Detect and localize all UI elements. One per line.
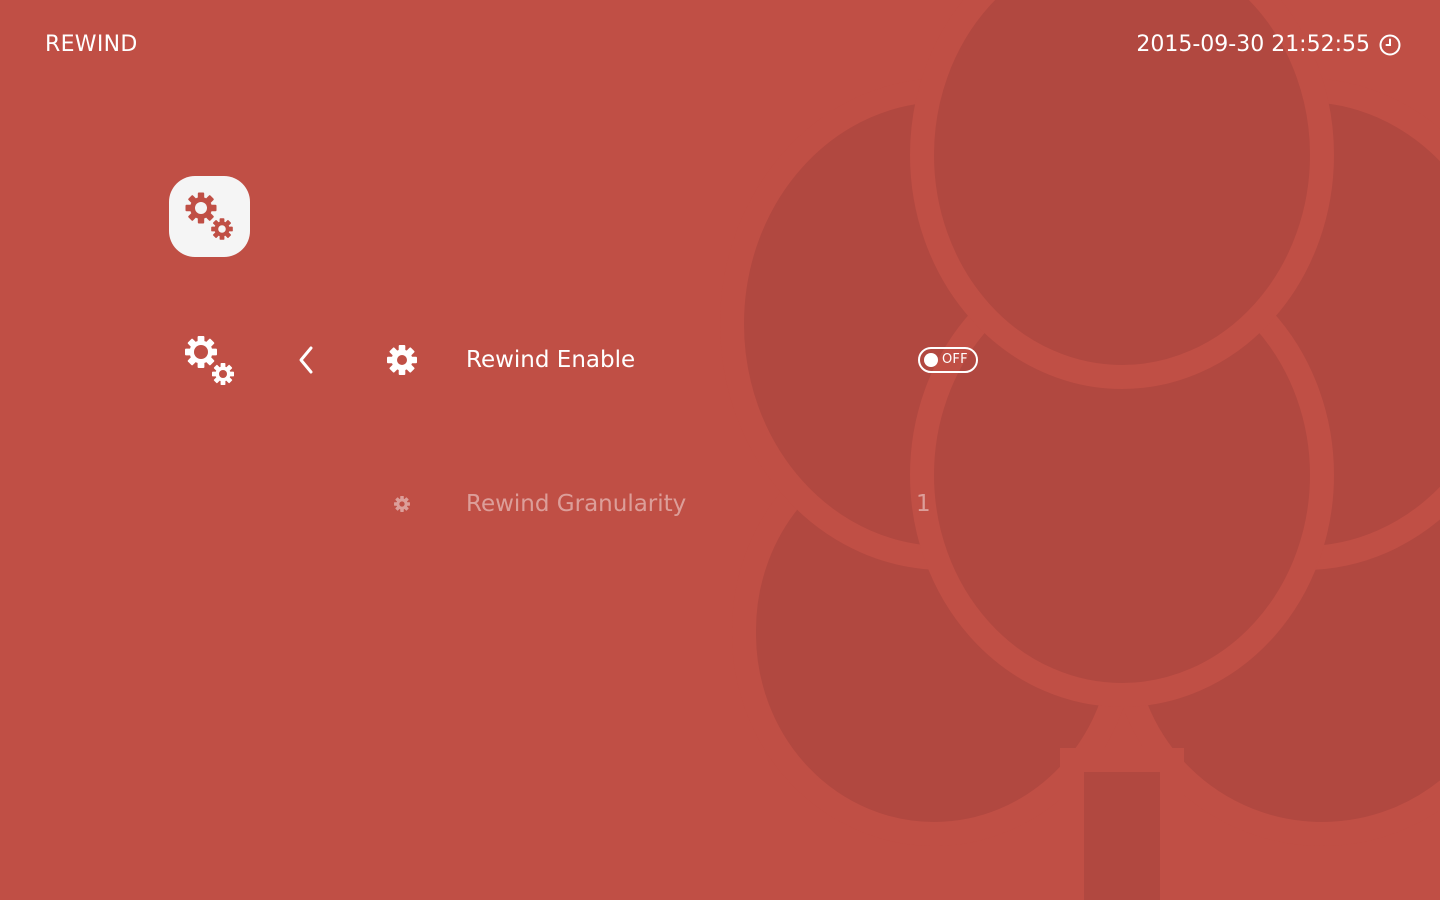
chevron-left-icon[interactable] — [293, 344, 319, 376]
menu-item-label: Rewind Enable — [466, 347, 636, 373]
toggle-state-text: OFF — [942, 352, 968, 367]
gears-icon — [185, 192, 233, 240]
category-tile[interactable] — [169, 176, 250, 257]
datetime-text: 2015-09-30 21:52:55 — [1136, 32, 1370, 57]
page-title: REWIND — [45, 32, 138, 57]
clock-display: 2015-09-30 21:52:55 — [1136, 31, 1402, 59]
rewind-enable-toggle[interactable]: OFF — [918, 347, 978, 373]
gears-icon[interactable] — [181, 330, 239, 388]
gear-icon — [380, 340, 424, 380]
menu-item-rewind-granularity[interactable]: Rewind Granularity 1 — [380, 484, 1000, 524]
menu-item-value: 1 — [916, 491, 931, 517]
menu-item-label: Rewind Granularity — [466, 491, 687, 517]
clock-icon — [1379, 34, 1401, 56]
gear-icon — [380, 484, 424, 524]
toggle-knob — [924, 353, 938, 367]
menu-item-rewind-enable[interactable]: Rewind Enable OFF — [380, 340, 1000, 380]
background-art — [720, 0, 1440, 900]
